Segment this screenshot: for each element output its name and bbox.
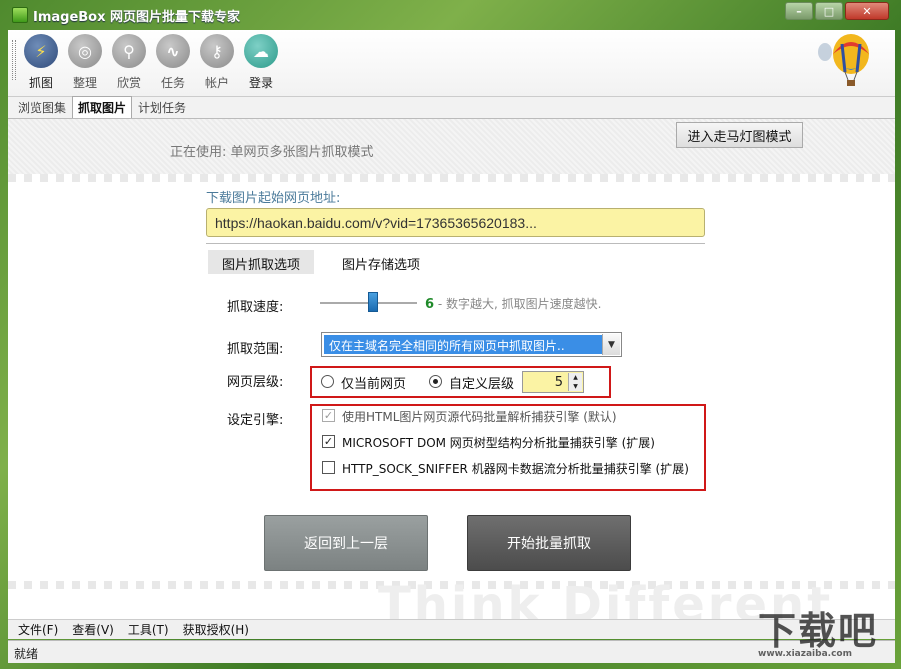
header-divider xyxy=(8,174,895,182)
menu-file[interactable]: 文件(F) xyxy=(18,621,58,638)
chevron-down-icon[interactable]: ▼ xyxy=(602,334,620,355)
speed-slider-thumb[interactable] xyxy=(368,292,378,312)
start-batch-button[interactable]: 开始批量抓取 xyxy=(467,515,631,571)
toolbar-organize-button[interactable]: ◎ 整理 xyxy=(64,34,106,91)
status-text: 就绪 xyxy=(14,647,39,661)
hot-air-balloon-logo xyxy=(818,34,869,86)
toolbar-grab-button[interactable]: ⚡ 抓图 xyxy=(20,34,62,91)
toolbar-account-label: 帐户 xyxy=(204,76,229,90)
engine-sniffer-checkbox[interactable] xyxy=(322,461,335,474)
subtab-storage-options[interactable]: 图片存储选项 xyxy=(328,250,434,274)
pulse-icon: ∿ xyxy=(156,34,190,68)
grab-panel: 正在使用: 单网页多张图片抓取模式 进入走马灯图模式 下载图片起始网页地址: h… xyxy=(8,119,895,633)
depth-current-label: 仅当前网页 xyxy=(341,377,407,392)
main-toolbar: ⚡ 抓图 ◎ 整理 ⚲ 欣赏 ∿ 任务 ⚷ 帐户 ☁ 登录 xyxy=(8,30,895,97)
speed-hint: - 数字越大, 抓取图片速度越快. xyxy=(437,297,602,311)
subtab-grab-options[interactable]: 图片抓取选项 xyxy=(208,250,315,274)
depth-level-spinner[interactable]: 5 ▲ ▼ xyxy=(522,371,584,393)
toolbar-grab-label: 抓图 xyxy=(28,76,53,90)
cloud-upload-icon: ☁ xyxy=(244,34,278,68)
range-selected-value: 仅在主域名完全相同的所有网页中抓取图片.. xyxy=(324,335,602,354)
engine-dom-checkbox[interactable]: ✓ xyxy=(322,435,335,448)
main-tabs: 浏览图集 抓取图片 计划任务 xyxy=(8,96,895,119)
current-mode-text: 正在使用: 单网页多张图片抓取模式 xyxy=(170,145,374,160)
start-url-input[interactable]: https://haokan.baidu.com/v?vid=173653656… xyxy=(206,208,705,237)
marquee-mode-button[interactable]: 进入走马灯图模式 xyxy=(676,122,803,148)
engine-label: 设定引擎: xyxy=(227,413,284,428)
toolbar-login-label: 登录 xyxy=(248,76,273,90)
speed-info: 6 - 数字越大, 抓取图片速度越快. xyxy=(425,295,601,312)
tab-grab-images[interactable]: 抓取图片 xyxy=(72,96,133,118)
watermark-main: 下载吧 xyxy=(758,609,879,653)
back-button[interactable]: 返回到上一层 xyxy=(264,515,428,571)
app-window: ImageBox 网页图片批量下载专家 – □ ✕ ⚡ 抓图 ◎ 整理 ⚲ 欣赏… xyxy=(8,0,895,669)
spinner-arrows-icon[interactable]: ▲ ▼ xyxy=(568,373,582,391)
toolbar-login-button[interactable]: ☁ 登录 xyxy=(240,34,282,91)
lightning-icon: ⚡ xyxy=(24,34,58,68)
window-title: ImageBox 网页图片批量下载专家 xyxy=(33,9,241,25)
watermark-sub: www.xiazaiba.com xyxy=(758,649,852,659)
depth-custom-radio[interactable] xyxy=(429,375,442,388)
site-watermark: 下载吧 www.xiazaiba.com xyxy=(758,600,878,659)
range-select[interactable]: 仅在主域名完全相同的所有网页中抓取图片.. ▼ xyxy=(321,332,622,357)
range-label: 抓取范围: xyxy=(227,342,284,357)
depth-label: 网页层级: xyxy=(227,375,284,390)
maximize-button[interactable]: □ xyxy=(815,2,843,20)
toolbar-task-label: 任务 xyxy=(160,76,185,90)
key-icon: ⚷ xyxy=(200,34,234,68)
menu-tools[interactable]: 工具(T) xyxy=(128,621,169,638)
depth-current-radio[interactable] xyxy=(321,375,334,388)
menu-view[interactable]: 查看(V) xyxy=(72,621,114,638)
engine-sniffer-label: HTTP_SOCK_SNIFFER 机器网卡数据流分析批量捕获引擎 (扩展) xyxy=(342,462,689,476)
engine-html-label: 使用HTML图片网页源代码批量解析捕获引擎 (默认) xyxy=(342,410,617,424)
depth-level-value: 5 xyxy=(554,375,563,390)
depth-custom-label: 自定义层级 xyxy=(449,377,515,392)
engine-html-checkbox: ✓ xyxy=(322,409,335,422)
tab-scheduled-tasks[interactable]: 计划任务 xyxy=(132,96,192,118)
menu-license[interactable]: 获取授权(H) xyxy=(183,621,249,638)
toolbar-organize-label: 整理 xyxy=(72,76,97,90)
speed-value: 6 xyxy=(425,297,435,312)
title-bar[interactable]: ImageBox 网页图片批量下载专家 – □ ✕ xyxy=(8,0,895,30)
close-button[interactable]: ✕ xyxy=(845,2,889,20)
toolbar-account-button[interactable]: ⚷ 帐户 xyxy=(196,34,238,91)
toolbar-task-button[interactable]: ∿ 任务 xyxy=(152,34,194,91)
toolbar-view-button[interactable]: ⚲ 欣赏 xyxy=(108,34,150,91)
url-separator xyxy=(206,243,705,244)
url-label: 下载图片起始网页地址: xyxy=(206,191,341,206)
minimize-button[interactable]: – xyxy=(785,2,813,20)
toolbar-view-label: 欣赏 xyxy=(116,76,141,90)
app-cube-icon xyxy=(12,7,28,23)
tab-browse-gallery[interactable]: 浏览图集 xyxy=(12,96,72,118)
magnifier-icon: ⚲ xyxy=(112,34,146,68)
toolbar-grip[interactable] xyxy=(12,40,16,80)
target-icon: ◎ xyxy=(68,34,102,68)
window-controls: – □ ✕ xyxy=(785,2,889,20)
engine-dom-label: MICROSOFT DOM 网页树型结构分析批量捕获引擎 (扩展) xyxy=(342,436,655,450)
speed-label: 抓取速度: xyxy=(227,300,284,315)
